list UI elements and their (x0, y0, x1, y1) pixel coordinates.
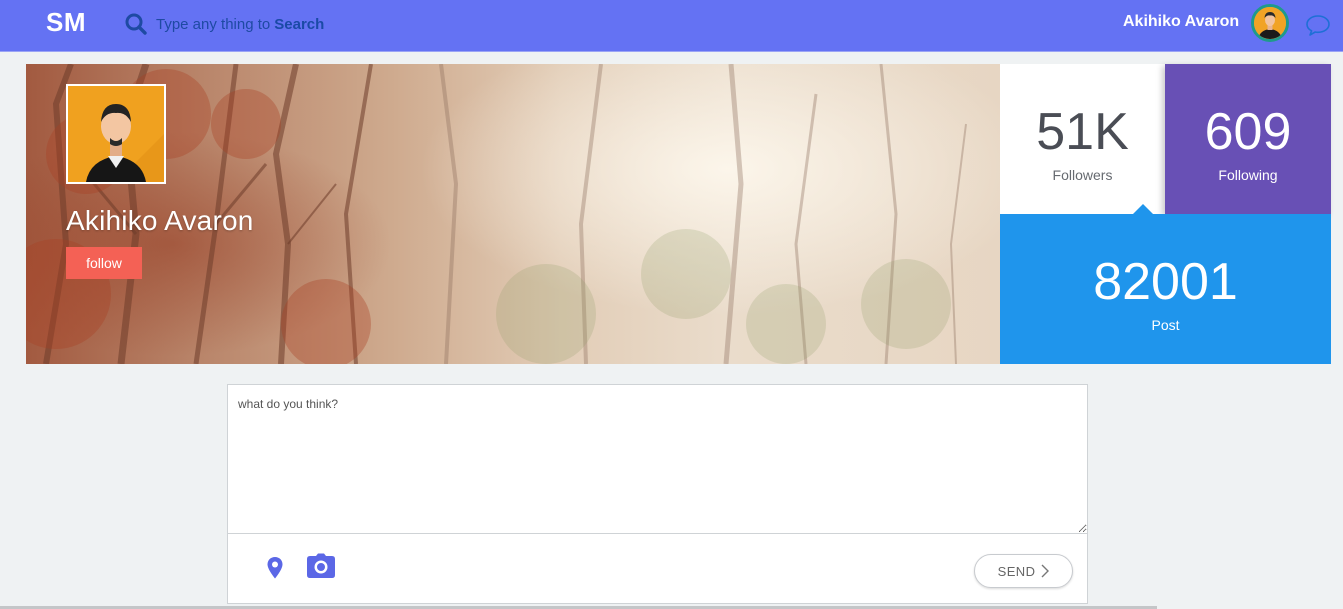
send-button[interactable]: SEND (974, 554, 1073, 588)
following-count: 609 (1204, 103, 1292, 161)
posts-label: Post (1151, 317, 1180, 333)
nav-user-name[interactable]: Akihiko Avaron (1123, 13, 1239, 31)
profile-avatar-illustration (68, 86, 164, 182)
nav-avatar[interactable] (1251, 4, 1289, 42)
profile-avatar[interactable] (66, 84, 166, 184)
post-composer: SEND (227, 384, 1088, 604)
chevron-right-icon (1041, 564, 1050, 578)
post-textarea[interactable] (228, 385, 1087, 534)
search-keyword[interactable]: Search (274, 16, 324, 33)
send-label: SEND (997, 563, 1036, 579)
posts-count: 82001 (1093, 253, 1238, 311)
followers-stat[interactable]: 51K Followers (1000, 64, 1165, 214)
followers-label: Followers (1052, 167, 1113, 183)
search-placeholder[interactable]: Type any thing to (156, 16, 270, 33)
chat-bubble-icon[interactable] (1305, 13, 1331, 37)
app-logo[interactable]: SM (46, 7, 86, 38)
profile-cover: Akihiko Avaron follow (26, 64, 1000, 364)
avatar-illustration (1254, 7, 1286, 39)
profile-name: Akihiko Avaron (66, 205, 254, 236)
posts-stat[interactable]: 82001 Post (1000, 204, 1331, 364)
following-label: Following (1218, 167, 1278, 183)
top-nav-bar: SM Type any thing to Search Akihiko Avar… (0, 0, 1343, 52)
following-stat[interactable]: 609 Following (1165, 64, 1331, 214)
search-bar[interactable]: Type any thing to Search (125, 12, 324, 36)
search-icon[interactable] (125, 13, 147, 35)
map-pin-icon[interactable] (266, 556, 284, 580)
followers-count: 51K (1036, 103, 1129, 161)
camera-icon[interactable] (306, 553, 336, 579)
follow-button[interactable]: follow (66, 247, 142, 279)
